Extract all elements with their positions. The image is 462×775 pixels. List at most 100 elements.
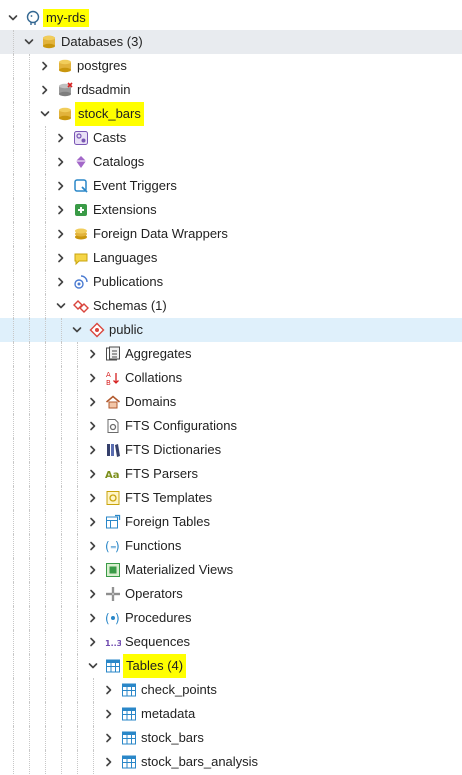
chevron-down-icon[interactable] — [72, 325, 82, 335]
svg-text:): ) — [115, 540, 120, 554]
tree-node-extensions-node[interactable]: Extensions — [0, 198, 462, 222]
tree-node-tables-node[interactable]: Tables (4) — [0, 654, 462, 678]
tree-node-label: Domains — [123, 393, 178, 411]
chevron-right-icon[interactable] — [104, 733, 114, 743]
tree-guide-line — [61, 342, 62, 366]
node-name: FTS Configurations — [125, 418, 237, 433]
tree-node-label: my-rds — [43, 9, 89, 27]
tree-node-databases-node[interactable]: Databases (3) — [0, 30, 462, 54]
tree-node-catalogs-node[interactable]: Catalogs — [0, 150, 462, 174]
tree-node-languages-node[interactable]: Languages — [0, 246, 462, 270]
tree-node-table-stock-bars-analysis[interactable]: stock_bars_analysis — [0, 750, 462, 774]
tree-node-operators-node[interactable]: Operators — [0, 582, 462, 606]
fts-parser-icon: Aa — [105, 466, 121, 482]
chevron-right-icon[interactable] — [40, 61, 50, 71]
chevron-right-icon[interactable] — [56, 133, 66, 143]
tree-node-functions-node[interactable]: (=) Functions — [0, 534, 462, 558]
chevron-down-icon[interactable] — [24, 37, 34, 47]
tree-guide-line — [45, 702, 46, 726]
chevron-right-icon[interactable] — [56, 229, 66, 239]
tree-guide-line — [29, 558, 30, 582]
chevron-right-icon[interactable] — [56, 157, 66, 167]
tree-node-fts-templates-node[interactable]: FTS Templates — [0, 486, 462, 510]
chevron-right-icon[interactable] — [104, 757, 114, 767]
tree-node-casts-node[interactable]: Casts — [0, 126, 462, 150]
chevron-right-icon[interactable] — [88, 517, 98, 527]
tree-guide-line — [13, 198, 14, 222]
chevron-right-icon[interactable] — [88, 397, 98, 407]
tree-node-event-triggers-node[interactable]: Event Triggers — [0, 174, 462, 198]
tree-node-fts-parsers-node[interactable]: Aa FTS Parsers — [0, 462, 462, 486]
tree-guide-line — [45, 654, 46, 678]
node-name: Operators — [125, 586, 183, 601]
tree-guide-line — [13, 54, 14, 78]
tree-node-db-rdsadmin[interactable]: rdsadmin — [0, 78, 462, 102]
tree-node-label: Sequences — [123, 633, 192, 651]
chevron-right-icon[interactable] — [88, 637, 98, 647]
tree-node-label: Tables (4) — [123, 654, 187, 678]
chevron-right-icon[interactable] — [88, 565, 98, 575]
tree-guide-line — [77, 750, 78, 774]
tree-guide-line — [77, 414, 78, 438]
chevron-right-icon[interactable] — [40, 85, 50, 95]
chevron-down-icon[interactable] — [56, 301, 66, 311]
node-name: Domains — [125, 394, 177, 409]
node-name: Databases — [61, 34, 124, 49]
tree-node-materialized-views-node[interactable]: Materialized Views — [0, 558, 462, 582]
tree-node-label: stock_bars — [139, 729, 206, 747]
tree-node-label: Aggregates — [123, 345, 194, 363]
chevron-right-icon[interactable] — [88, 613, 98, 623]
chevron-down-icon[interactable] — [8, 13, 18, 23]
chevron-right-icon[interactable] — [88, 493, 98, 503]
tree-guide-line — [61, 534, 62, 558]
tree-guide-line — [13, 630, 14, 654]
chevron-right-icon[interactable] — [104, 709, 114, 719]
tree-node-foreign-tables-node[interactable]: Foreign Tables — [0, 510, 462, 534]
chevron-right-icon[interactable] — [56, 277, 66, 287]
tree-guide-line — [29, 294, 30, 318]
language-icon — [73, 250, 89, 266]
tree-node-collations-node[interactable]: A B Collations — [0, 366, 462, 390]
tree-node-fts-configurations-node[interactable]: FTS Configurations — [0, 414, 462, 438]
tree-node-sequences-node[interactable]: 1..3 Sequences — [0, 630, 462, 654]
tree-node-fts-dictionaries-node[interactable]: FTS Dictionaries — [0, 438, 462, 462]
tree-node-label: Collations — [123, 369, 184, 387]
tree-node-schema-public[interactable]: public — [0, 318, 462, 342]
chevron-right-icon[interactable] — [88, 469, 98, 479]
chevron-right-icon[interactable] — [88, 589, 98, 599]
tree-guide-line — [61, 606, 62, 630]
tree-node-schemas-node[interactable]: Schemas (1) — [0, 294, 462, 318]
tree-node-db-postgres[interactable]: postgres — [0, 54, 462, 78]
tree-node-procedures-node[interactable]: () Procedures — [0, 606, 462, 630]
tree-guide-line — [77, 678, 78, 702]
tree-guide-line — [61, 438, 62, 462]
tree-node-domains-node[interactable]: Domains — [0, 390, 462, 414]
chevron-down-icon[interactable] — [88, 661, 98, 671]
node-name: Foreign Tables — [125, 514, 211, 529]
tree-node-table-stock-bars[interactable]: stock_bars — [0, 726, 462, 750]
tree-node-foreign-data-wrappers-node[interactable]: Foreign Data Wrappers — [0, 222, 462, 246]
tree-guide-line — [29, 462, 30, 486]
chevron-right-icon[interactable] — [56, 253, 66, 263]
tree-node-db-stock-bars[interactable]: stock_bars — [0, 102, 462, 126]
tree-node-table-check-points[interactable]: check_points — [0, 678, 462, 702]
tree-guide-line — [29, 102, 30, 126]
tree-guide-line — [77, 342, 78, 366]
tree-node-table-metadata[interactable]: metadata — [0, 702, 462, 726]
node-name: Schemas — [93, 298, 148, 313]
foreign-data-wrapper-icon — [73, 226, 89, 242]
chevron-right-icon[interactable] — [56, 181, 66, 191]
chevron-right-icon[interactable] — [88, 421, 98, 431]
chevron-right-icon[interactable] — [104, 685, 114, 695]
chevron-right-icon[interactable] — [88, 373, 98, 383]
fts-configuration-icon — [105, 418, 121, 434]
chevron-right-icon[interactable] — [88, 445, 98, 455]
tree-node-publications-node[interactable]: Publications — [0, 270, 462, 294]
tree-node-aggregates-node[interactable]: Aggregates — [0, 342, 462, 366]
chevron-right-icon[interactable] — [56, 205, 66, 215]
chevron-right-icon[interactable] — [88, 349, 98, 359]
chevron-right-icon[interactable] — [88, 541, 98, 551]
tree-node-server-my-rds[interactable]: my-rds — [0, 6, 462, 30]
chevron-down-icon[interactable] — [40, 109, 50, 119]
tree-guide-line — [61, 750, 62, 774]
